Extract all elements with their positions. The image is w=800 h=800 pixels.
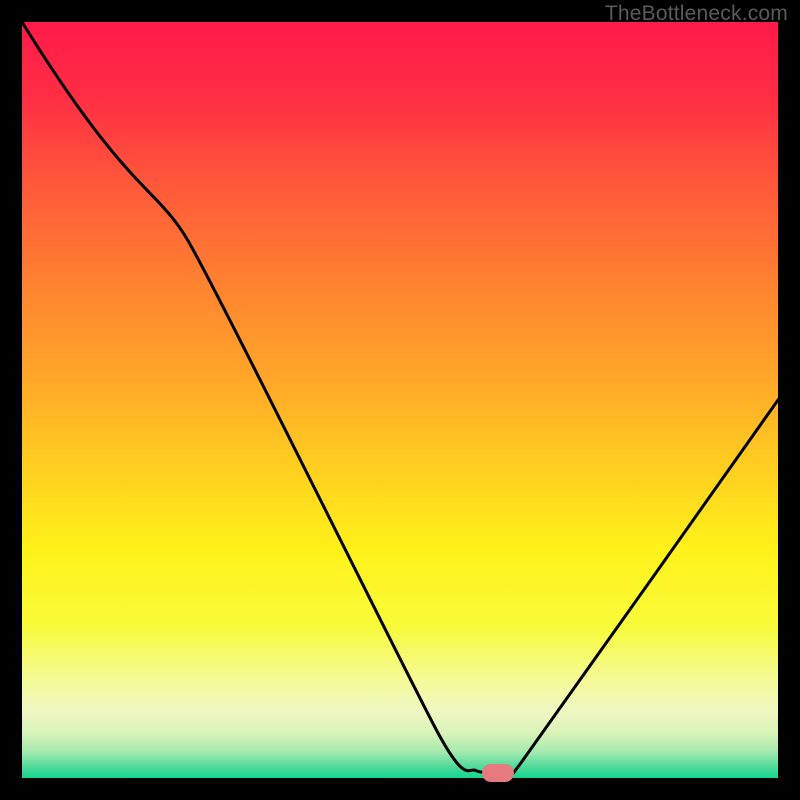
- chart-plot-area: [22, 22, 778, 778]
- watermark-text: TheBottleneck.com: [605, 2, 788, 26]
- chart-optimum-marker: [482, 764, 514, 782]
- chart-curve: [22, 22, 778, 778]
